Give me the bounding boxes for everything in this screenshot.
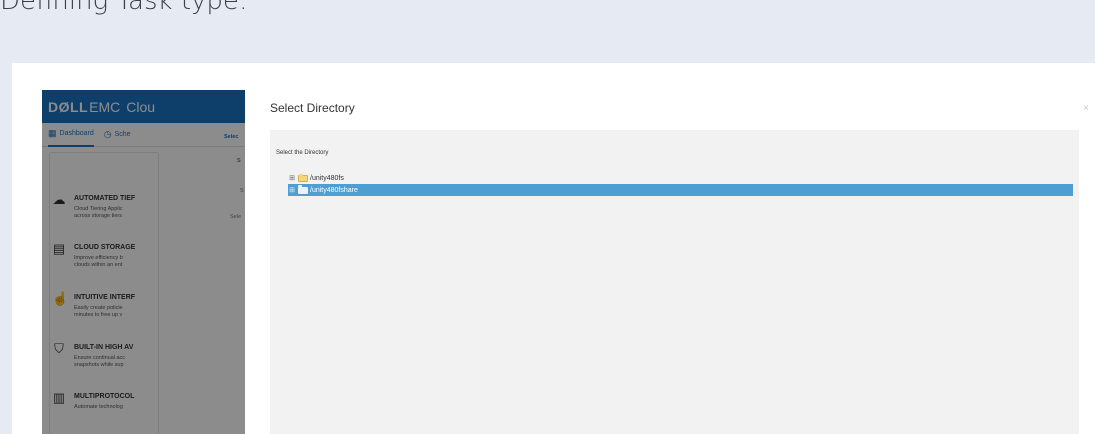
screenshot-frame: DØLL EMC Clou ▦ Dashboard ◷ Sche ☁ AUTOM… bbox=[12, 63, 1095, 434]
tree-item-label: /unity480fs bbox=[310, 174, 344, 182]
page-heading: Defining Task type: bbox=[0, 0, 248, 16]
directory-label: Select the Directory bbox=[276, 150, 329, 156]
expand-icon[interactable]: ⊞ bbox=[288, 174, 296, 182]
folder-icon bbox=[298, 184, 308, 194]
tree-item-label: /unity480fshare bbox=[310, 186, 358, 194]
select-directory-modal: Select Directory × Select the Directory … bbox=[245, 90, 1095, 434]
folder-icon bbox=[298, 173, 308, 182]
tree-item-unity480fs[interactable]: ⊞ /unity480fs bbox=[288, 172, 344, 184]
directory-panel: Select the Directory ⊞ /unity480fs ⊞ /un… bbox=[270, 130, 1079, 434]
modal-title: Select Directory bbox=[270, 101, 355, 115]
expand-icon[interactable]: ⊞ bbox=[288, 186, 296, 194]
modal-backdrop[interactable] bbox=[42, 90, 245, 434]
close-icon[interactable]: × bbox=[1083, 103, 1089, 114]
tree-item-unity480fshare[interactable]: ⊞ /unity480fshare bbox=[288, 184, 1073, 196]
